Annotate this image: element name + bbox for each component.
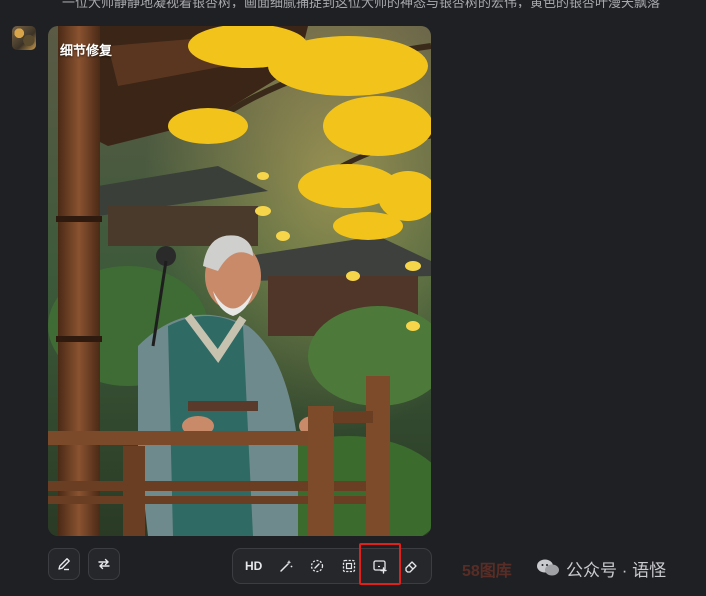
edit-button[interactable] (48, 548, 80, 580)
erase-button[interactable] (396, 551, 427, 581)
add-image-icon (373, 560, 387, 574)
refresh-icon (98, 558, 110, 570)
assistant-avatar (12, 26, 36, 50)
generated-image[interactable]: 细节修复 (48, 26, 431, 536)
ginkgo-elder-illustration (48, 26, 431, 536)
wechat-watermark: 公众号 · 语怪 (536, 555, 666, 581)
regenerate-button[interactable] (88, 548, 120, 580)
previous-message-text: 一位大师静静地凝视着银杏树，画面细腻捕捉到这位大师的神态与银杏树的宏伟，黄色的银… (62, 0, 661, 8)
watermark-background-text: 58图库 (462, 563, 512, 580)
redraw-button[interactable] (302, 551, 333, 581)
hd-button[interactable]: HD (237, 551, 270, 581)
eraser-icon (405, 561, 417, 573)
image-toolbar: HD (232, 548, 432, 584)
watermark-text: 公众号 · 语怪 (566, 560, 667, 580)
expand-button[interactable] (333, 551, 364, 581)
magic-edit-button[interactable] (270, 551, 301, 581)
redraw-icon (311, 559, 324, 573)
magic-wand-icon (280, 560, 293, 572)
wechat-icon (537, 559, 559, 576)
pencil-icon (58, 558, 70, 571)
add-image-button[interactable] (364, 551, 395, 581)
image-label: 细节修复 (60, 43, 113, 58)
expand-frame-icon (342, 559, 355, 573)
